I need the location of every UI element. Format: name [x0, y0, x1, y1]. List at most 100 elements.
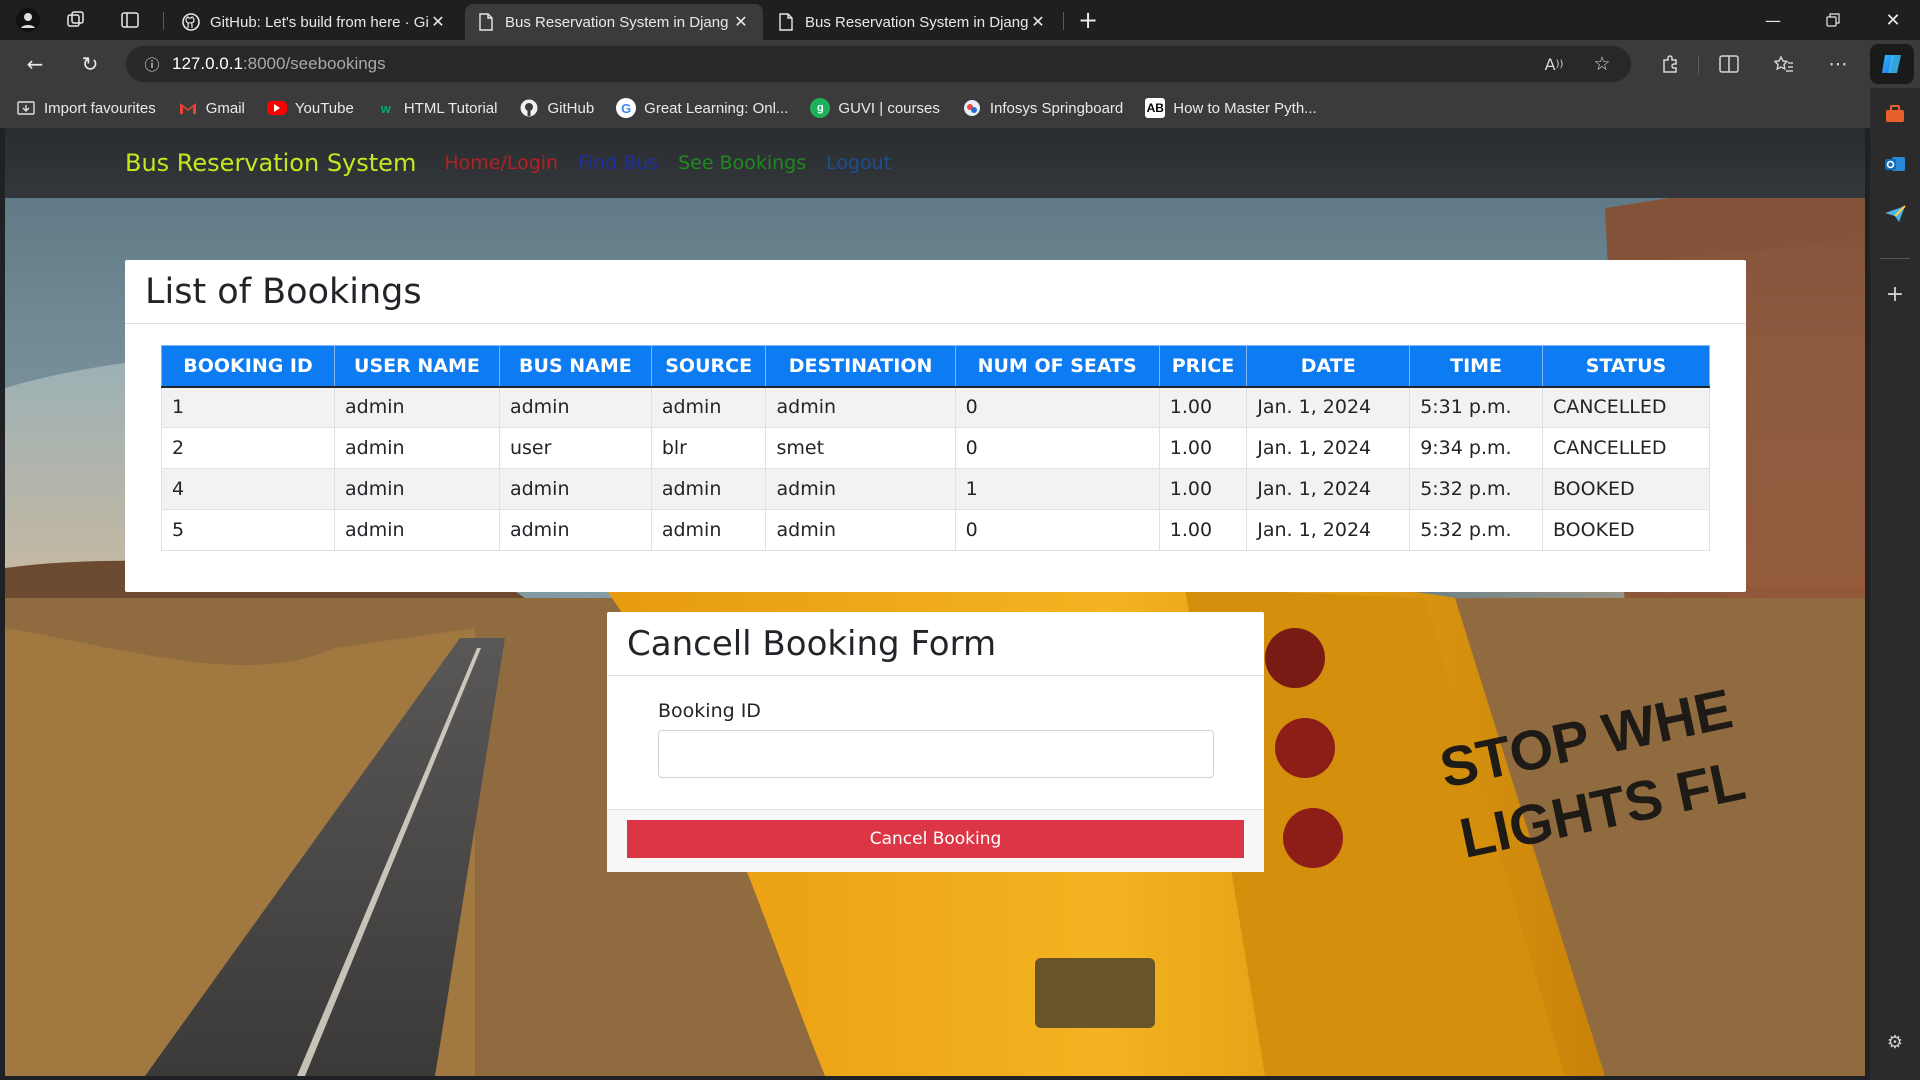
close-icon[interactable]: ✕	[731, 12, 751, 32]
table-cell: admin	[650, 468, 767, 510]
table-cell: 0	[954, 427, 1160, 469]
column-header: NUM OF SEATS	[954, 345, 1160, 388]
booking-id-input[interactable]	[658, 730, 1214, 778]
table-cell: admin	[334, 427, 500, 469]
table-cell: smet	[765, 427, 956, 469]
column-header: PRICE	[1158, 345, 1248, 388]
workspaces-icon[interactable]	[60, 4, 92, 36]
shopping-icon[interactable]	[1879, 98, 1911, 130]
bookmark-how-to-master-python[interactable]: AB How to Master Pyth...	[1145, 98, 1317, 118]
bookings-card-header: List of Bookings	[125, 260, 1746, 324]
bookmark-label: How to Master Pyth...	[1173, 99, 1317, 117]
tab-bus-reservation[interactable]: Bus Reservation System in Djang ✕	[765, 4, 1060, 40]
cancel-booking-card: Cancell Booking Form Booking ID Cancel B…	[607, 612, 1264, 872]
table-cell: admin	[334, 386, 500, 428]
bookings-table: BOOKING ID USER NAME BUS NAME SOURCE DESTINA…	[161, 345, 1711, 551]
table-cell: admin	[765, 468, 956, 510]
more-options-icon[interactable]: ⋯	[1822, 48, 1854, 80]
profile-avatar-icon[interactable]	[12, 4, 44, 36]
tab-separator	[1063, 12, 1064, 30]
table-cell: Jan. 1, 2024	[1246, 427, 1411, 469]
bookmark-label: YouTube	[294, 99, 354, 117]
bookmark-label: GitHub	[547, 99, 595, 117]
close-window-icon[interactable]: ✕	[1865, 0, 1920, 40]
table-cell: admin	[334, 509, 500, 551]
tab-bus-reservation-active[interactable]: Bus Reservation System in Djang ✕	[465, 4, 763, 40]
table-row: 1 admin admin admin admin 0 1.00 Jan. 1, 2024 5:…	[161, 386, 1711, 428]
table-row: 2 admin user blr smet 0 1.00 Jan. 1, 2024 9:34 p…	[161, 427, 1711, 469]
close-icon[interactable]: ✕	[1028, 12, 1048, 32]
favorites-icon[interactable]	[1768, 48, 1800, 80]
cancel-booking-button[interactable]: Cancel Booking	[627, 820, 1244, 858]
column-header: USER NAME	[334, 345, 500, 388]
site-info-icon[interactable]: ⓘ	[132, 54, 172, 75]
table-row: 4 admin admin admin admin 1 1.00 Jan. 1, 2024 5:…	[161, 468, 1711, 510]
table-cell: 1.00	[1158, 427, 1248, 469]
bookmark-guvi[interactable]: g GUVI | courses	[810, 98, 940, 118]
nav-link-find-bus[interactable]: Find Bus	[578, 152, 658, 174]
back-arrow-icon[interactable]: ←	[18, 48, 52, 80]
extensions-icon[interactable]	[1654, 48, 1686, 80]
brand-title[interactable]: Bus Reservation System	[125, 149, 416, 177]
table-cell: Jan. 1, 2024	[1246, 509, 1411, 551]
url-host: 127.0.0.1	[172, 54, 243, 73]
table-cell: admin	[334, 468, 500, 510]
refresh-icon[interactable]: ↻	[73, 48, 107, 80]
table-cell: BOOKED	[1541, 468, 1711, 510]
nav-link-see-bookings[interactable]: See Bookings	[678, 152, 806, 174]
table-cell: 5	[161, 509, 335, 551]
table-cell: admin	[498, 468, 652, 510]
outlook-icon[interactable]	[1879, 148, 1911, 180]
column-header: DESTINATION	[765, 345, 956, 388]
table-cell: 5:32 p.m.	[1409, 509, 1543, 551]
bookmark-import-favourites[interactable]: Import favourites	[16, 98, 156, 118]
tab-github[interactable]: GitHub: Let's build from here · Gi ✕	[170, 4, 460, 40]
bookmark-github[interactable]: GitHub	[519, 98, 594, 118]
table-header-row: BOOKING ID USER NAME BUS NAME SOURCE DESTINA…	[161, 345, 1711, 388]
telegram-send-icon[interactable]	[1879, 198, 1911, 230]
tab-title: GitHub: Let's build from here · Gi	[210, 13, 428, 31]
browser-sidebar: + ⚙	[1870, 88, 1920, 1080]
browser-tab-bar: GitHub: Let's build from here · Gi ✕ Bus…	[0, 0, 1920, 40]
cancel-card-footer: Cancel Booking	[607, 809, 1264, 872]
bookmark-great-learning[interactable]: G Great Learning: Onl...	[616, 98, 788, 118]
bookmark-label: GUVI | courses	[838, 99, 940, 117]
booking-id-label: Booking ID	[658, 700, 761, 722]
close-icon[interactable]: ✕	[428, 12, 448, 32]
tab-actions-icon[interactable]	[114, 4, 146, 36]
minimize-icon[interactable]: —	[1745, 0, 1801, 40]
site-navbar: Bus Reservation System Home/Login Find B…	[5, 128, 1865, 198]
new-tab-button[interactable]: +	[1072, 4, 1104, 36]
read-aloud-icon[interactable]: A))	[1538, 48, 1570, 80]
url-input[interactable]: ⓘ 127.0.0.1 :8000/seebookings	[126, 46, 1631, 82]
table-cell: Jan. 1, 2024	[1246, 468, 1411, 510]
nav-link-home-login[interactable]: Home/Login	[444, 152, 558, 174]
add-icon[interactable]: +	[1879, 278, 1911, 310]
table-cell: 5:31 p.m.	[1409, 386, 1543, 428]
restore-icon[interactable]	[1805, 0, 1861, 40]
github-icon	[182, 13, 200, 31]
bookmark-label: Gmail	[205, 99, 245, 117]
table-cell: admin	[765, 509, 956, 551]
tab-title: Bus Reservation System in Djang	[505, 13, 729, 31]
column-header: BUS NAME	[498, 345, 652, 388]
address-bar-row: ← ↻ ⓘ 127.0.0.1 :8000/seebookings A)) ☆ …	[0, 40, 1920, 88]
column-header: BOOKING ID	[161, 345, 335, 388]
copilot-icon[interactable]	[1870, 44, 1914, 84]
bookmark-label: HTML Tutorial	[403, 99, 498, 117]
table-cell: admin	[650, 386, 767, 428]
split-screen-icon[interactable]	[1713, 48, 1745, 80]
settings-gear-icon[interactable]: ⚙	[1879, 1026, 1911, 1058]
tab-title: Bus Reservation System in Djang	[805, 13, 1028, 31]
nav-link-logout[interactable]: Logout	[826, 152, 891, 174]
favorite-star-icon[interactable]: ☆	[1586, 48, 1618, 80]
table-cell: 1.00	[1158, 509, 1248, 551]
bookmarks-bar: Import favourites Gmail YouTube w HTML T…	[0, 88, 1870, 128]
bookmark-html-tutorial[interactable]: w HTML Tutorial	[376, 98, 498, 118]
table-cell: admin	[765, 386, 956, 428]
bookmark-infosys-springboard[interactable]: Infosys Springboard	[962, 98, 1123, 118]
bookings-card: List of Bookings BOOKING ID USER NAME BUS …	[125, 260, 1746, 592]
bookmark-gmail[interactable]: Gmail	[178, 98, 245, 118]
bookmark-youtube[interactable]: YouTube	[266, 99, 354, 117]
column-header: SOURCE	[650, 345, 767, 388]
